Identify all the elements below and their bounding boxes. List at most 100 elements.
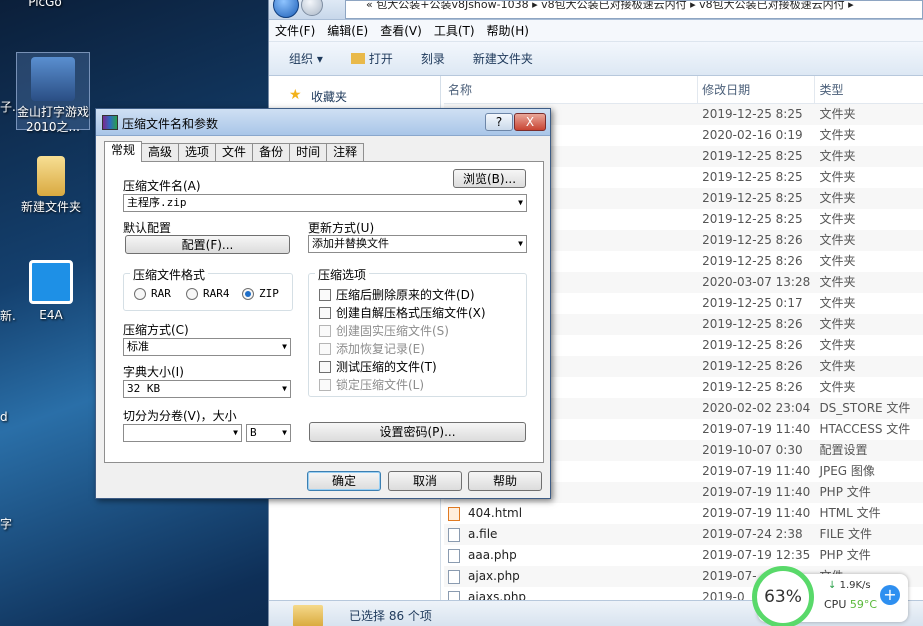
update-mode-label: 更新方式(U): [308, 221, 375, 235]
set-password-button[interactable]: 设置密码(P)...: [309, 422, 526, 442]
checkbox-box: [319, 360, 331, 373]
update-mode-select[interactable]: 添加并替换文件: [308, 235, 527, 253]
net-speed: ↓ 1.9K/s: [828, 580, 871, 591]
forward-button[interactable]: [301, 0, 323, 16]
file-date: 2020-03-07 13:28: [702, 275, 811, 289]
dialog-title: 压缩文件名和参数: [122, 117, 219, 131]
format-rar-radio[interactable]: RAR: [134, 287, 171, 300]
split-label: 切分为分卷(V)，大小: [123, 409, 237, 423]
file-date: 2020-02-02 23:04: [702, 401, 811, 415]
radio-indicator: [186, 287, 198, 300]
new-folder-button[interactable]: 新建文件夹: [473, 50, 533, 67]
desktop-icon-jinshan[interactable]: 金山打字游戏2010之...: [16, 52, 90, 134]
archive-name-label: 压缩文件名(A): [123, 179, 201, 193]
tab-files[interactable]: 文件: [215, 143, 254, 161]
column-date[interactable]: 修改日期: [698, 76, 816, 104]
tab-time[interactable]: 时间: [289, 143, 328, 161]
tab-options[interactable]: 选项: [178, 143, 217, 161]
close-button[interactable]: X: [514, 113, 546, 131]
cpu-label: CPU: [824, 598, 847, 611]
menu-help[interactable]: 帮助(H): [487, 22, 529, 39]
dialog-titlebar: 压缩文件名和参数 ? X: [96, 109, 550, 136]
burn-button[interactable]: 刻录: [421, 50, 445, 67]
file-type: 文件夹: [819, 254, 856, 268]
test-checkbox[interactable]: 测试压缩的文件(T): [319, 358, 437, 375]
desktop-icon-newfolder[interactable]: 新建文件夹: [14, 156, 88, 215]
file-date: 2019-12-25 8:26: [702, 359, 803, 373]
file-type: 文件夹: [819, 170, 856, 184]
file-date: 2019-12-25 8:25: [702, 149, 803, 163]
desktop-icon-e4a[interactable]: E4A: [14, 260, 88, 323]
help-dialog-button[interactable]: 帮助: [468, 471, 542, 491]
tab-advanced[interactable]: 高级: [141, 143, 180, 161]
column-type[interactable]: 类型: [815, 76, 923, 104]
file-date: 2019-07-19 11:40: [702, 506, 811, 520]
split-size-input[interactable]: [123, 424, 242, 442]
archive-name-input[interactable]: 主程序.zip: [123, 194, 527, 212]
plus-icon[interactable]: +: [880, 585, 900, 605]
file-name: ajax.php: [468, 569, 520, 583]
file-name-cell: ajaxs.php: [444, 587, 698, 600]
dict-select[interactable]: 32 KB: [123, 380, 291, 398]
selection-status: 已选择 86 个项: [349, 609, 432, 623]
table-row[interactable]: 404.html 2019-07-19 11:40 HTML 文件: [444, 503, 923, 524]
open-button[interactable]: 打开: [350, 50, 393, 67]
column-name[interactable]: 名称: [444, 76, 699, 104]
file-date: 2019-12-25 8:26: [702, 254, 803, 268]
tab-comment[interactable]: 注释: [326, 143, 365, 161]
dialog-tabs: 常规 高级 选项 文件 备份 时间 注释: [104, 141, 365, 162]
file-type: 文件夹: [819, 107, 856, 121]
file-date: 2019-12-25 0:17: [702, 296, 803, 310]
radio-indicator: [134, 287, 146, 300]
file-name: a.file: [468, 527, 498, 541]
file-name-cell: 404.html: [444, 503, 698, 524]
menu-file[interactable]: 文件(F): [275, 22, 315, 39]
file-type: 文件夹: [819, 380, 856, 394]
tab-general[interactable]: 常规: [104, 141, 143, 162]
method-select[interactable]: 标准: [123, 338, 291, 356]
file-icon: [448, 527, 460, 542]
format-rar4-radio[interactable]: RAR4: [186, 287, 230, 300]
desktop-icon-picgo[interactable]: PicGo: [8, 0, 82, 10]
desktop-fragment: 子.: [0, 100, 16, 114]
organize-button[interactable]: 组织 ▾: [289, 50, 323, 67]
delete-after-checkbox[interactable]: 压缩后删除原来的文件(D): [319, 286, 475, 303]
profile-label: 默认配置: [123, 221, 172, 235]
file-date: 2019-07-19 12:35: [702, 548, 811, 562]
menu-view[interactable]: 查看(V): [380, 22, 422, 39]
menu-edit[interactable]: 编辑(E): [327, 22, 368, 39]
file-type: 文件夹: [819, 275, 856, 289]
folder-icon: [37, 156, 65, 196]
system-monitor-widget[interactable]: 63% ↓ 1.9K/s CPU 59°C +: [752, 566, 908, 626]
menu-bar: 文件(F) 编辑(E) 查看(V) 工具(T) 帮助(H): [269, 20, 923, 42]
file-name: aaa.php: [468, 548, 517, 562]
file-date: 2019-07-19 11:40: [702, 485, 811, 499]
help-button[interactable]: ?: [485, 113, 513, 131]
file-type: 文件夹: [819, 317, 856, 331]
table-row[interactable]: aaa.php 2019-07-19 12:35 PHP 文件: [444, 545, 923, 566]
archive-dialog: 压缩文件名和参数 ? X 常规 高级 选项 文件 备份 时间 注释 压缩文件名(…: [95, 108, 551, 499]
browse-button[interactable]: 浏览(B)...: [453, 169, 526, 188]
toolbar: 组织 ▾ 打开 刻录 新建文件夹: [269, 42, 923, 76]
file-icon: [448, 548, 460, 563]
cancel-button[interactable]: 取消: [388, 471, 462, 491]
file-type: HTML 文件: [819, 506, 881, 520]
breadcrumb[interactable]: « 包大公装+公装v8Jshow-1038 ▸ v8包大公装已对接极速云内付 ▸…: [345, 0, 923, 19]
file-date: 2019-07-24 2:38: [702, 527, 803, 541]
solid-checkbox: 创建固实压缩文件(S): [319, 322, 449, 339]
checkbox-label: 压缩后删除原来的文件(D): [336, 288, 475, 302]
menu-tools[interactable]: 工具(T): [434, 22, 475, 39]
nav-favorites[interactable]: ★ 收藏夹: [289, 87, 347, 105]
file-type: 文件夹: [819, 191, 856, 205]
back-button[interactable]: [273, 0, 299, 18]
format-zip-radio[interactable]: ZIP: [242, 287, 279, 300]
table-row[interactable]: a.file 2019-07-24 2:38 FILE 文件: [444, 524, 923, 545]
file-type: FILE 文件: [819, 527, 872, 541]
file-name: 404.html: [468, 506, 523, 520]
sfx-checkbox[interactable]: 创建自解压格式压缩文件(X): [319, 304, 486, 321]
profile-button[interactable]: 配置(F)...: [125, 235, 290, 254]
tab-backup[interactable]: 备份: [252, 143, 291, 161]
split-unit-select[interactable]: B: [246, 424, 291, 442]
e4a-icon: [29, 260, 73, 304]
ok-button[interactable]: 确定: [307, 471, 381, 491]
